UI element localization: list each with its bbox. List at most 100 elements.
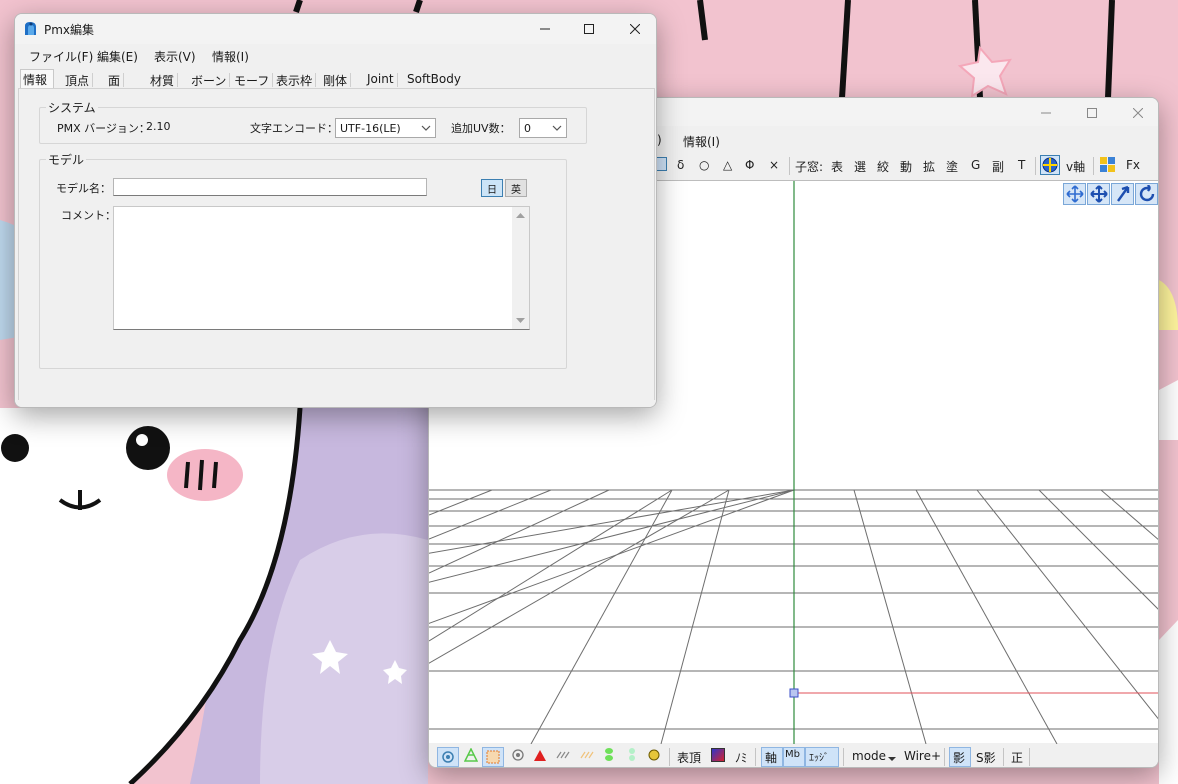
pmx-editor-window: Pmx編集 ファイル(F) 編集(E) 表示(V) 情報(I) 情報 頂点 面 …	[14, 13, 657, 408]
vertex-dot-icon	[442, 751, 454, 763]
child-window-paint[interactable]: 塗	[946, 158, 958, 175]
globe-axis-icon	[1042, 157, 1058, 173]
move-icon[interactable]	[1087, 183, 1110, 205]
zoom-icon[interactable]	[1111, 183, 1134, 205]
tab-display-frame[interactable]: 表示枠	[275, 70, 317, 89]
front-view-button[interactable]: 正	[1011, 749, 1023, 766]
color-swatch[interactable]	[711, 748, 725, 762]
toolbar-x[interactable]: ×	[769, 158, 779, 172]
encoding-select-value: UTF-16(LE)	[340, 122, 401, 135]
origin-bone-marker[interactable]	[789, 688, 799, 698]
bone-display-icon[interactable]	[511, 748, 525, 765]
edge-label: ｴｯｼﾞ	[809, 753, 829, 764]
pan-icon-glyph	[1065, 185, 1084, 203]
viewer-close-button[interactable]	[1115, 98, 1158, 128]
viewer-minimize-button[interactable]	[1023, 98, 1069, 128]
child-window-t[interactable]: T	[1018, 158, 1025, 172]
close-icon	[1133, 108, 1143, 118]
tab-vertex[interactable]: 頂点	[64, 70, 94, 89]
joint-icon[interactable]	[625, 747, 639, 766]
child-window-filter[interactable]: 絞	[877, 158, 889, 175]
material-display-toggle[interactable]	[482, 747, 504, 767]
move-icon-glyph	[1089, 185, 1108, 203]
menu-view[interactable]: 表示(V)	[154, 48, 196, 65]
chevron-down-icon[interactable]	[888, 751, 896, 765]
mb-label: Mb	[785, 749, 800, 760]
toolbar-triangle[interactable]: △	[723, 158, 732, 172]
comment-textarea[interactable]	[113, 206, 530, 330]
tab-face[interactable]: 面	[107, 70, 125, 89]
scroll-down-icon[interactable]	[512, 312, 529, 329]
rigidbody-icon[interactable]	[602, 747, 616, 766]
v-axis-toggle-button[interactable]	[1040, 155, 1060, 175]
self-shadow-button[interactable]: S影	[976, 749, 996, 766]
rotate-icon-glyph	[1139, 185, 1154, 202]
toolbar-circle[interactable]: ○	[699, 158, 709, 172]
toolbar-phi[interactable]: Φ	[745, 158, 754, 172]
tab-info[interactable]: 情報	[20, 69, 54, 90]
material-grid-icon	[486, 750, 500, 764]
tab-rigidbody[interactable]: 剛体	[322, 70, 352, 89]
pmx-window-title: Pmx編集	[44, 23, 95, 37]
menu-file[interactable]: ファイル(F)	[29, 48, 93, 65]
menu-edit[interactable]: 編集(E)	[97, 48, 138, 65]
encoding-select[interactable]: UTF-16(LE)	[335, 118, 436, 138]
additional-uv-select[interactable]: 0	[519, 118, 567, 138]
language-en-label: 英	[511, 184, 521, 196]
viewer-menu-info[interactable]: 情報(I)	[683, 133, 720, 150]
grid-window-icon[interactable]	[1100, 157, 1116, 176]
system-groupbox: システム PMX バージョン： 2.10 文字エンコード： UTF-16(LE)…	[39, 99, 587, 144]
yellow-hatch-icon[interactable]	[580, 748, 596, 765]
zoom-icon-glyph	[1116, 185, 1129, 202]
vertex-display-toggle[interactable]	[437, 747, 459, 767]
v-axis-label[interactable]: v軸	[1066, 158, 1085, 175]
tab-bone[interactable]: ボーン	[190, 70, 231, 89]
softbody-icon-glyph	[648, 749, 660, 761]
system-legend: システム	[46, 99, 98, 116]
pan-icon[interactable]	[1063, 183, 1086, 205]
mode-dropdown[interactable]: mode	[852, 749, 886, 763]
pmx-status-strip	[15, 400, 656, 407]
viewer-bottom-toolbar: 表頂 ﾉﾐ 軸 Mb ｴｯｼﾞ mode Wire+ 影 S影 正	[429, 744, 1158, 767]
wire-plus-button[interactable]: Wire+	[904, 749, 941, 763]
child-window-sub[interactable]: 副	[992, 158, 1004, 175]
tab-morph[interactable]: モーフ	[233, 70, 274, 89]
pmx-maximize-button[interactable]	[566, 14, 612, 44]
comment-scrollbar[interactable]	[512, 207, 529, 329]
child-window-move[interactable]: 動	[900, 158, 912, 175]
wire-green-icon[interactable]	[463, 747, 479, 765]
red-triangle-icon-glyph	[534, 750, 546, 761]
hatch-icon[interactable]	[556, 748, 572, 765]
close-icon	[630, 24, 640, 34]
pmx-close-button[interactable]	[612, 14, 656, 44]
child-window-g[interactable]: G	[971, 158, 980, 172]
child-window-select[interactable]: 選	[854, 158, 866, 175]
mode-dropdown-arrow	[888, 757, 896, 761]
child-window-scale[interactable]: 拡	[923, 158, 935, 175]
model-name-input[interactable]	[113, 178, 427, 196]
joint-icon-glyph	[629, 748, 635, 761]
nomi-button[interactable]: ﾉﾐ	[735, 749, 747, 766]
tab-joint[interactable]: Joint	[366, 70, 398, 89]
language-en-button[interactable]: 英	[505, 179, 527, 197]
tab-softbody[interactable]: SoftBody	[406, 70, 462, 89]
red-triangle-icon[interactable]	[533, 748, 547, 765]
minimize-icon	[1041, 112, 1051, 114]
bone-display-icon-glyph	[512, 749, 524, 761]
child-window-label: 子窓:	[795, 160, 824, 174]
rotate-icon[interactable]	[1135, 183, 1158, 205]
pmx-minimize-button[interactable]	[522, 14, 568, 44]
viewer-maximize-button[interactable]	[1069, 98, 1115, 128]
child-window-table[interactable]: 表	[831, 158, 843, 175]
wire-green-icon-glyph	[463, 747, 479, 762]
model-legend: モデル	[46, 151, 87, 168]
fx-button[interactable]: Fx	[1126, 158, 1140, 172]
pmx-version-label: PMX バージョン：	[57, 122, 150, 135]
tab-material[interactable]: 材質	[149, 70, 179, 89]
toolbar-delta[interactable]: δ	[677, 158, 684, 172]
scroll-up-icon[interactable]	[512, 207, 529, 224]
table-vertex-button[interactable]: 表頂	[677, 749, 701, 766]
menu-info[interactable]: 情報(I)	[212, 48, 249, 65]
language-jp-button[interactable]: 日	[481, 179, 503, 197]
softbody-icon[interactable]	[647, 748, 661, 765]
